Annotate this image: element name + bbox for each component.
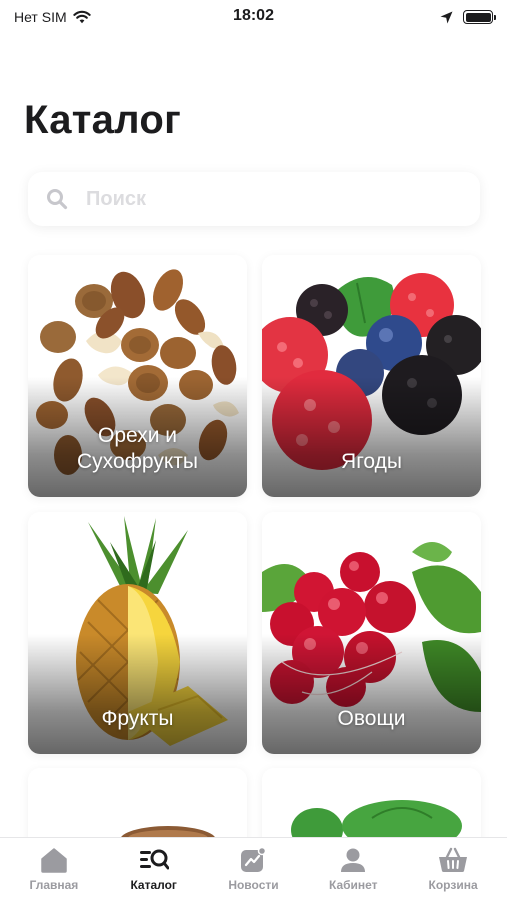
- category-label: Ягоды: [341, 450, 402, 473]
- category-label: Овощи: [337, 707, 406, 730]
- page-title: Каталог: [24, 98, 182, 142]
- battery-icon: [463, 10, 496, 24]
- category-label: Фрукты: [101, 707, 174, 730]
- category-card-partial-right[interactable]: [262, 768, 481, 848]
- category-card-nuts[interactable]: Орехи и Сухофрукты: [28, 255, 247, 497]
- status-bar: Нет SIM 18:02: [0, 0, 507, 34]
- category-card-vegetables[interactable]: Овощи: [262, 512, 481, 754]
- catalog-search-icon: [139, 849, 169, 869]
- wifi-icon: [72, 10, 91, 24]
- search-bar[interactable]: [28, 172, 480, 226]
- category-card-fruits[interactable]: Фрукты: [28, 512, 247, 754]
- category-card-partial-left[interactable]: [28, 768, 247, 848]
- search-icon: [47, 189, 68, 210]
- user-icon: [341, 848, 366, 872]
- bread-image: [28, 768, 247, 848]
- clock: 18:02: [233, 7, 274, 24]
- search-input[interactable]: [86, 187, 426, 211]
- basket-icon: [439, 847, 468, 872]
- carrier-label: Нет SIM: [14, 9, 67, 25]
- tab-home[interactable]: Главная: [8, 847, 100, 892]
- tab-account[interactable]: Кабинет: [307, 847, 399, 892]
- tab-news[interactable]: Новости: [207, 846, 299, 892]
- tab-cart[interactable]: Корзина: [407, 847, 499, 892]
- category-card-berries[interactable]: Ягоды: [262, 255, 481, 497]
- category-label: Орехи и Сухофрукты: [77, 424, 198, 473]
- location-arrow-icon: [440, 11, 453, 23]
- greens-image: [262, 768, 481, 848]
- tab-catalog[interactable]: Каталог: [108, 847, 200, 892]
- news-chart-icon: [241, 846, 267, 872]
- tab-bar: Главная Каталог Новости Кабинет Корзина: [0, 837, 507, 900]
- home-icon: [41, 847, 67, 873]
